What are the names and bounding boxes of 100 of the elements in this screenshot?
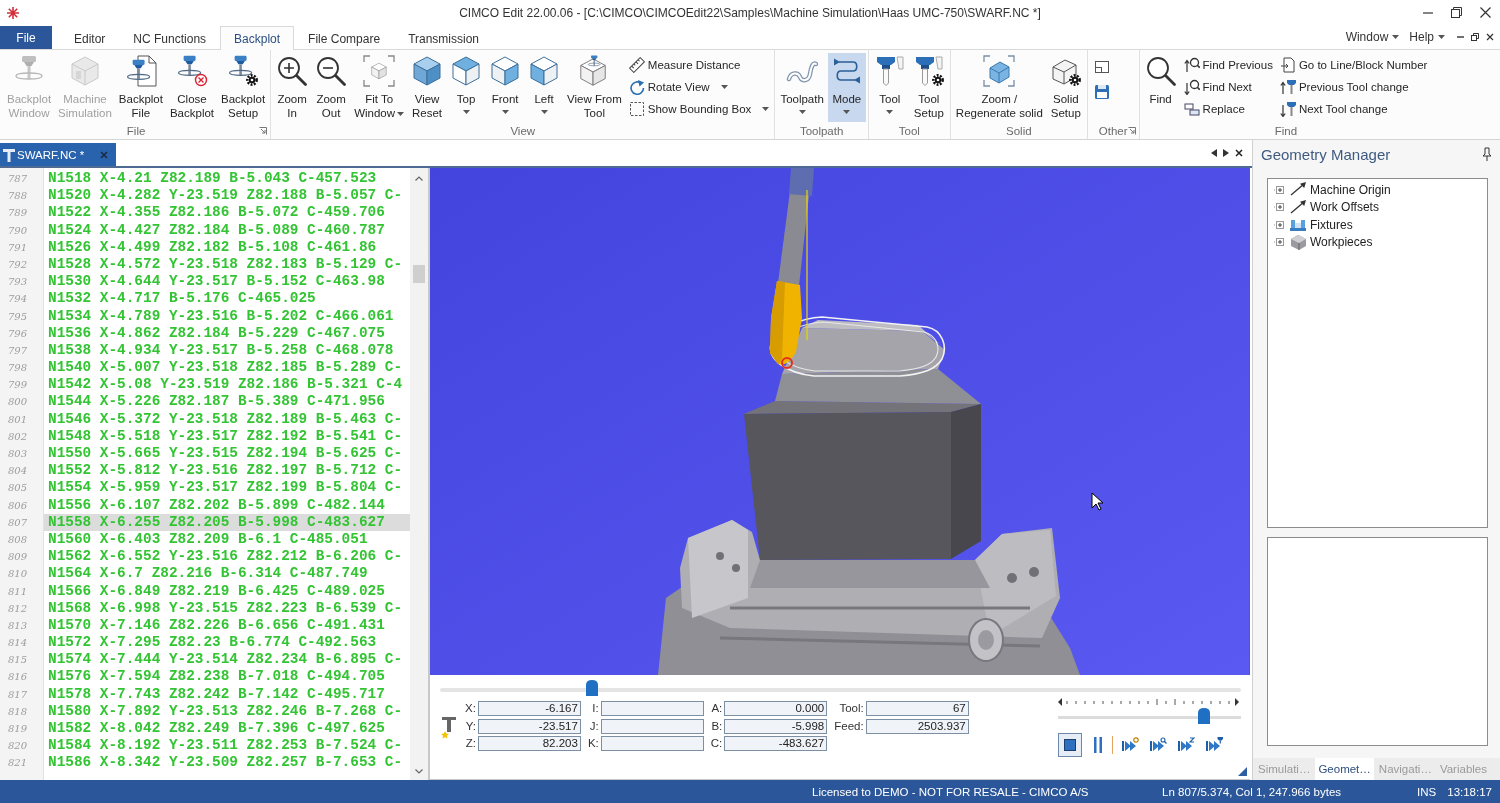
expand-icon[interactable] xyxy=(1274,236,1286,249)
tree-item[interactable]: Fixtures xyxy=(1274,216,1353,234)
ribbon-button[interactable]: Fit To Window xyxy=(351,53,408,122)
close-icon[interactable] xyxy=(1235,149,1243,157)
ribbon-button[interactable]: Replace xyxy=(1180,98,1276,120)
ribbon-button[interactable]: Zoom In xyxy=(273,53,312,122)
scrollbar-thumb[interactable] xyxy=(413,265,425,283)
ribbon-button[interactable]: Toolpath xyxy=(777,53,827,122)
dialog-launcher-icon[interactable] xyxy=(1127,126,1136,135)
line-number: 810 xyxy=(8,567,28,582)
group-label: Other xyxy=(1098,124,1128,137)
ribbon-button[interactable]: Rotate View xyxy=(625,76,773,98)
field-label: Z: xyxy=(465,736,476,751)
tree-item[interactable]: Workpieces xyxy=(1274,233,1373,251)
ribbon-button[interactable]: Measure Distance xyxy=(625,54,773,76)
slider-thumb[interactable] xyxy=(1198,708,1211,724)
ribbon-tab[interactable]: Backplot xyxy=(220,26,295,50)
ribbon-button[interactable]: Show Bounding Box xyxy=(625,98,773,120)
ribbon-button[interactable]: Previous Tool change xyxy=(1276,76,1431,98)
ribbon-button[interactable]: Backplot File xyxy=(115,53,166,122)
ribbon-button[interactable]: Find Next xyxy=(1180,76,1276,98)
ribbon-button[interactable]: View From Tool xyxy=(564,53,625,122)
code-line: N1550 X-5.665 Y-23.515 Z82.194 B-5.625 C- xyxy=(47,445,404,463)
ribbon-button[interactable]: Zoom / Regenerate solid xyxy=(952,53,1046,122)
scroll-right-icon[interactable] xyxy=(1223,149,1229,157)
line-number: 792 xyxy=(8,257,28,272)
line-number: 790 xyxy=(8,223,28,238)
chevron-up-icon xyxy=(415,176,423,181)
ribbon-tab[interactable]: Transmission xyxy=(394,27,494,50)
cube-top-icon xyxy=(450,55,483,87)
expand-icon[interactable] xyxy=(1274,218,1286,231)
cube-side-icon xyxy=(528,55,561,87)
cube-front-icon xyxy=(489,55,522,87)
close-icon[interactable] xyxy=(1486,33,1494,41)
expand-icon[interactable] xyxy=(1274,183,1286,196)
ruler-icon xyxy=(628,57,645,73)
ribbon-button[interactable]: Top xyxy=(447,53,486,122)
line-number: 806 xyxy=(8,498,28,513)
dialog-launcher-icon[interactable] xyxy=(259,126,268,135)
ribbon-button[interactable]: Tool Setup xyxy=(909,53,948,122)
line-number: 791 xyxy=(8,240,28,255)
code-line: N1556 X-6.107 Z82.202 B-5.899 C-482.144 xyxy=(47,496,386,514)
ribbon-button[interactable]: Next Tool change xyxy=(1276,98,1431,120)
ribbon-button[interactable]: Find Previous xyxy=(1180,54,1276,76)
close-icon xyxy=(1480,7,1491,18)
line-number: 819 xyxy=(8,722,28,736)
ribbon-tab[interactable]: NC Functions xyxy=(119,27,221,50)
line-number: 797 xyxy=(8,343,28,358)
restore-icon[interactable] xyxy=(1471,33,1479,41)
ribbon-button[interactable]: Front xyxy=(486,53,525,122)
ribbon-button[interactable]: Close Backplot xyxy=(166,53,218,122)
ribbon-button[interactable]: Zoom Out xyxy=(312,53,351,122)
t-shape-icon xyxy=(3,147,15,162)
ribbon-button[interactable]: Solid Setup xyxy=(1046,53,1085,122)
scroll-left-icon[interactable] xyxy=(1211,149,1217,157)
solid-corners-icon xyxy=(983,55,1016,87)
code-line: N1562 X-6.552 Y-23.516 Z82.212 B-6.206 C- xyxy=(47,548,404,566)
tree-item[interactable]: Machine Origin xyxy=(1274,181,1391,199)
tree-item[interactable]: Work Offsets xyxy=(1274,198,1379,216)
status-text: INS xyxy=(1417,785,1437,798)
code-line: N1536 X-4.862 Z82.184 B-5.229 C-467.075 xyxy=(47,324,386,342)
readout-field: -483.627 xyxy=(724,736,828,751)
ribbon-tab[interactable]: Editor xyxy=(60,27,120,50)
pin-icon[interactable] xyxy=(1482,147,1492,161)
ribbon-button[interactable]: Find xyxy=(1141,53,1180,122)
pause-icon xyxy=(1092,736,1104,754)
search-up-icon xyxy=(1183,57,1200,73)
window-title: CIMCO Edit 22.00.06 - [C:\CIMCO\CIMCOEdit22\Samples\Machine Simulation\Haas UMC-750\SWARF.NC *] xyxy=(459,5,1041,20)
code-line: N1576 X-7.594 Z82.238 B-7.018 C-494.705 xyxy=(47,668,386,686)
menu-button[interactable]: Window xyxy=(1340,27,1405,47)
menu-button[interactable]: Help xyxy=(1404,27,1450,47)
line-number: 800 xyxy=(8,395,28,410)
document-tab[interactable]: SWARF.NC * xyxy=(0,143,117,166)
ribbon-button[interactable]: View Reset xyxy=(408,53,447,122)
ribbon-button[interactable]: Tool xyxy=(870,53,909,122)
cube-icon xyxy=(411,55,444,87)
machine-icon xyxy=(68,55,101,87)
group-label: Find xyxy=(1274,124,1298,137)
ribbon-button[interactable]: Left xyxy=(525,53,564,122)
line-number: 812 xyxy=(8,601,28,616)
rotate-icon xyxy=(628,79,645,95)
playback-button[interactable] xyxy=(1058,733,1082,757)
code-line: N1568 X-6.998 Y-23.515 Z82.223 B-6.539 C- xyxy=(47,599,404,617)
ribbon-button[interactable]: Mode xyxy=(827,53,866,122)
status-text: Ln 807/5.374, Col 1, 247.966 bytes xyxy=(1162,785,1342,798)
panel-tab[interactable]: Geomet… xyxy=(1315,758,1374,780)
slider-thumb[interactable] xyxy=(586,680,599,696)
vertical-scrollbar[interactable] xyxy=(410,168,428,780)
ribbon-button[interactable]: Go to Line/Block Number xyxy=(1276,54,1431,76)
ribbon-button[interactable]: Backplot Setup xyxy=(218,53,269,122)
chevron-down-icon xyxy=(415,769,423,774)
expand-icon[interactable] xyxy=(1274,201,1286,214)
ribbon-tab[interactable]: File Compare xyxy=(294,27,395,50)
code-line: N1582 X-8.042 Z82.249 B-7.396 C-497.625 xyxy=(47,720,386,738)
file-tab[interactable]: File xyxy=(0,26,52,49)
code-line: N1548 X-5.518 Y-23.517 Z82.192 B-5.541 C- xyxy=(47,427,404,445)
minimize-icon xyxy=(1422,11,1433,14)
code-line: N1520 X-4.282 Y-23.519 Z82.188 B-5.057 C- xyxy=(47,187,404,205)
status-text: Licensed to DEMO - NOT FOR RESALE - CIMCO A/S xyxy=(812,785,1089,798)
field-label: B: xyxy=(711,718,723,734)
